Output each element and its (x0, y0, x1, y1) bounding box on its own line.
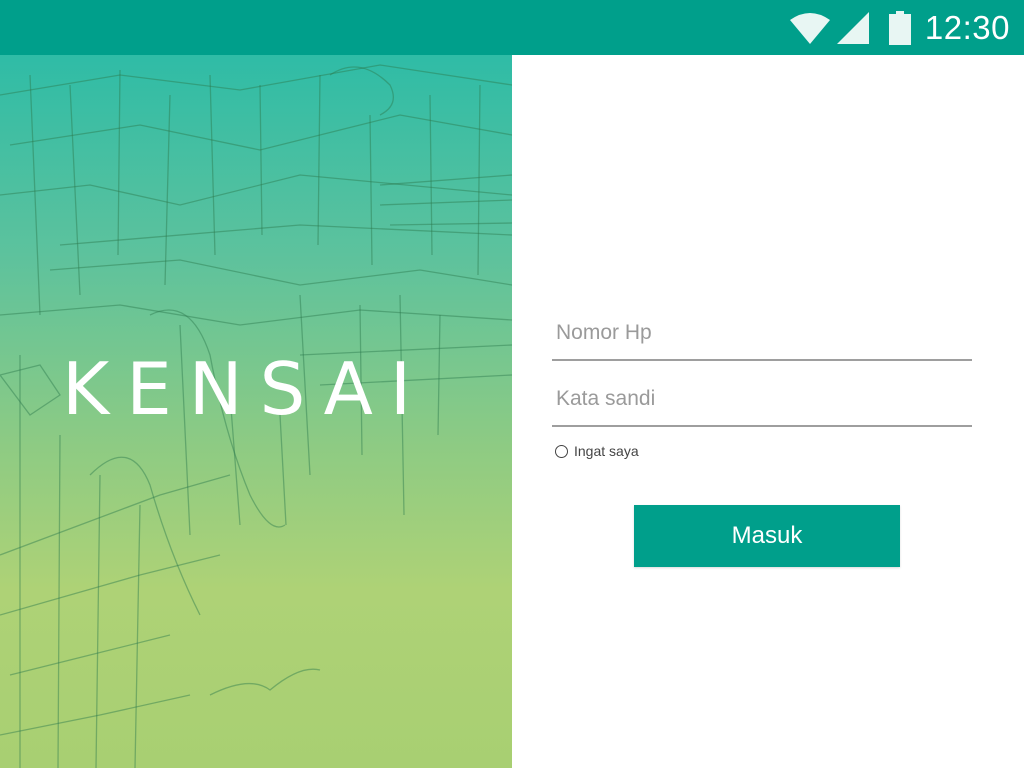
password-field[interactable] (552, 377, 972, 427)
signal-icon (836, 11, 869, 44)
remember-me-radio[interactable] (555, 444, 568, 458)
login-button[interactable]: Masuk (634, 505, 900, 567)
hero-panel: KENSAI (0, 55, 512, 768)
remember-me-option[interactable]: Ingat saya (555, 443, 639, 459)
phone-field[interactable] (552, 311, 972, 361)
wifi-icon (789, 12, 831, 44)
remember-me-label: Ingat saya (574, 443, 639, 459)
status-icons: 12:30 (789, 0, 1010, 55)
battery-icon (888, 10, 911, 45)
phone-input[interactable] (552, 311, 966, 355)
status-time: 12:30 (924, 8, 1010, 46)
password-input[interactable] (552, 377, 966, 421)
status-bar: 12:30 (0, 0, 1024, 55)
app-logo: KENSAI (62, 347, 429, 431)
